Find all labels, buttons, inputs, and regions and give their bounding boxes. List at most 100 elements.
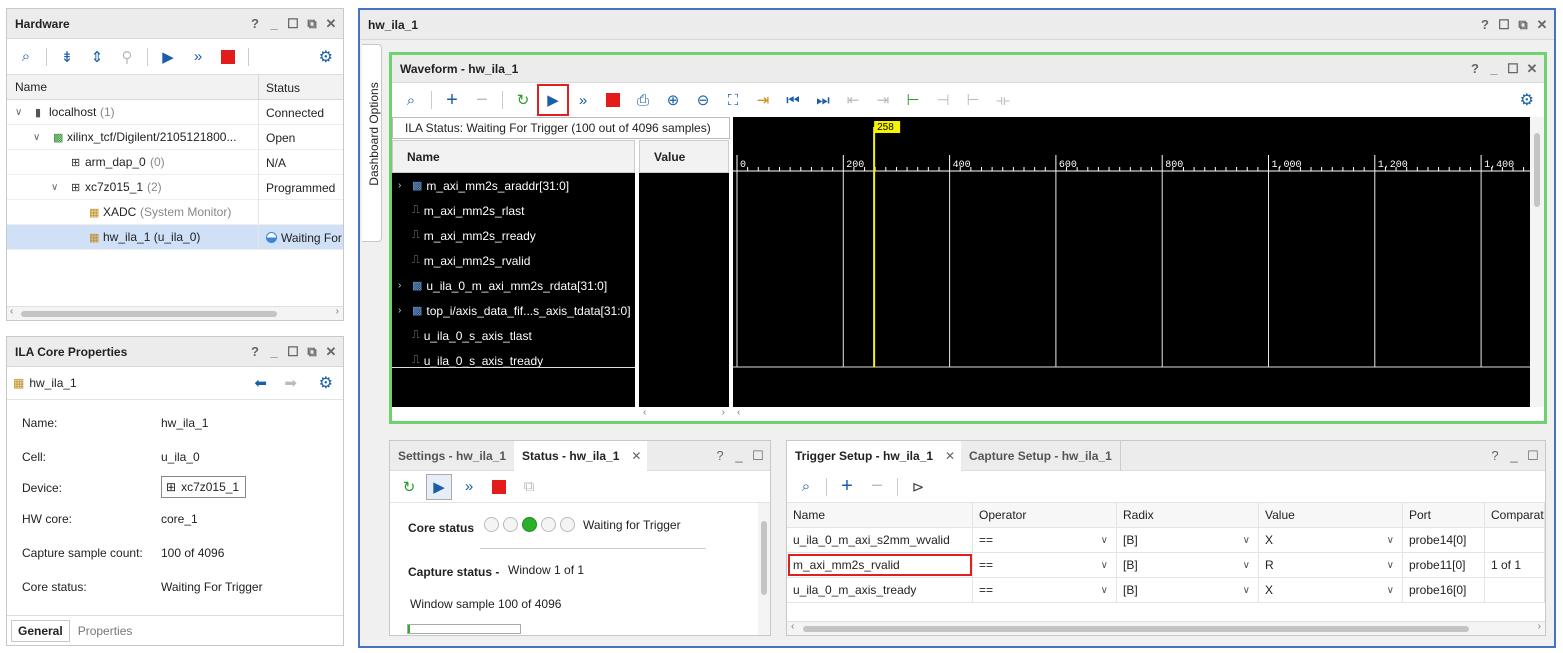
name-scrollbar[interactable] [392,407,635,421]
minimize-icon[interactable]: _ [1508,448,1520,463]
chevron-down-icon[interactable]: ∨ [1101,585,1108,596]
restore-icon[interactable]: ☐ [1498,17,1510,33]
zoom-out-icon[interactable]: ⊖ [690,87,716,113]
hardware-tree-row[interactable]: ▦ XADC (System Monitor) [7,200,343,225]
previous-marker-icon[interactable]: ⊣ [930,87,956,113]
waveform-horizontal-scrollbar[interactable]: ‹ [733,407,1530,421]
property-value[interactable]: ⊞ xc7z015_1 [161,476,247,498]
maximize-icon[interactable]: ☐ [1507,61,1519,77]
close-icon[interactable]: ✕ [1526,61,1538,77]
value-select[interactable]: X ∨ [1259,528,1403,552]
add-probe-icon[interactable]: + [834,474,860,500]
chevron-down-icon[interactable]: ∨ [51,182,63,193]
goto-first-icon[interactable]: ⏮ [780,87,806,113]
add-marker-icon[interactable]: ⊢ [900,87,926,113]
chevron-down-icon[interactable]: ∨ [1387,560,1394,571]
hardware-tree-row[interactable]: ⊞ arm_dap_0 (0) N/A [7,150,343,175]
auto-retrigger-icon[interactable]: ↻ [396,474,422,500]
gear-icon[interactable]: ⚙ [1520,90,1534,110]
trigger-horizontal-scrollbar[interactable]: ‹ › [787,621,1545,635]
trigger-table-row[interactable]: u_ila_0_m_axi_s2mm_wvalid == ∨ [B] ∨ X ∨ probe1… [787,528,1545,553]
waveform-vertical-scrollbar[interactable] [1530,117,1544,407]
next-marker-icon[interactable]: ⊢ [960,87,986,113]
status-scrollbar[interactable] [758,503,770,635]
search-icon[interactable]: ⌕ [13,44,39,70]
float-icon[interactable]: ⧉ [306,344,318,360]
waveform-signal-row[interactable]: ⎍ m_axi_mm2s_rlast [392,198,635,223]
horizontal-scrollbar[interactable]: ‹ › [7,306,343,320]
value-scrollbar[interactable]: ‹ › [639,407,729,421]
goto-cursor-icon[interactable]: ⇥ [750,87,776,113]
waveform-signal-row[interactable]: › ▩ top_i/axis_data_fif...s_axis_tdata[31:… [392,298,635,323]
stop-trigger-icon[interactable] [600,87,626,113]
float-icon[interactable]: ⧉ [306,16,318,32]
dashboard-options-tab[interactable]: Dashboard Options [362,44,382,242]
goto-last-icon[interactable]: ⏭ [810,87,836,113]
add-icon[interactable]: + [439,87,465,113]
collapse-all-icon[interactable]: ⇟ [54,44,80,70]
auto-connect-icon[interactable]: ⚲ [114,44,140,70]
run-immediate-icon[interactable]: » [185,44,211,70]
scrollbar-thumb[interactable] [803,626,1469,632]
run-trigger-icon[interactable]: ▶ [426,473,452,500]
hardware-tree-row[interactable]: ▦ hw_ila_1 (u_ila_0) Waiting For [7,225,343,250]
help-icon[interactable]: ? [1479,17,1491,32]
operator-select[interactable]: == ∨ [973,528,1117,552]
waveform-name-header[interactable]: Name [392,140,635,173]
stop-trigger-icon[interactable] [215,44,241,70]
chevron-down-icon[interactable]: ∨ [15,107,27,118]
tab-capture-setup[interactable]: Capture Setup - hw_ila_1 [961,441,1121,471]
radix-select[interactable]: [B] ∨ [1117,553,1259,577]
minimize-icon[interactable]: _ [268,16,280,31]
run-trigger-icon[interactable]: ▶ [155,44,181,70]
search-icon[interactable]: ⌕ [398,87,424,113]
chevron-down-icon[interactable]: ∨ [1243,560,1250,571]
trigger-column-header[interactable]: Comparat [1485,503,1545,527]
run-trigger-icon[interactable]: ▶ [537,84,569,116]
close-icon[interactable]: ✕ [631,449,641,463]
tab-general[interactable]: General [11,619,70,642]
next-transition-icon[interactable]: ⇥ [870,87,896,113]
tab-status[interactable]: Status - hw_ila_1 ✕ [514,441,648,471]
scrollbar-thumb[interactable] [761,521,767,595]
trigger-column-header[interactable]: Port [1403,503,1485,527]
float-icon[interactable]: ⧉ [1517,17,1529,33]
forward-arrow-icon[interactable]: ➡ [284,374,297,392]
trigger-table-row[interactable]: m_axi_mm2s_rvalid == ∨ [B] ∨ R ∨ probe11[0] 1 of… [787,553,1545,578]
help-icon[interactable]: ? [249,16,261,31]
run-immediate-icon[interactable]: » [456,474,482,500]
minimize-icon[interactable]: _ [268,344,280,359]
chevron-right-icon[interactable]: › [398,280,412,291]
maximize-icon[interactable]: ☐ [1527,448,1539,464]
maximize-icon[interactable]: ☐ [287,344,299,360]
chevron-down-icon[interactable]: ∨ [1243,535,1250,546]
trigger-column-header[interactable]: Name [787,503,973,527]
value-select[interactable]: R ∨ [1259,553,1403,577]
radix-select[interactable]: [B] ∨ [1117,578,1259,602]
operator-select[interactable]: == ∨ [973,553,1117,577]
waveform-canvas[interactable]: 0 200 400 600 800 1,000 1,200 1,400 258 [733,117,1530,407]
trigger-column-header[interactable]: Radix [1117,503,1259,527]
trigger-column-header[interactable]: Operator [973,503,1117,527]
minimize-icon[interactable]: _ [733,448,745,463]
expand-all-icon[interactable]: ⇕ [84,44,110,70]
back-arrow-icon[interactable]: ⬅ [254,374,267,392]
trigger-table-row[interactable]: u_ila_0_m_axis_tready == ∨ [B] ∨ X ∨ probe16[0] [787,578,1545,603]
chevron-right-icon[interactable]: › [398,305,412,316]
close-icon[interactable]: ✕ [945,449,955,463]
scrollbar-thumb[interactable] [1534,133,1540,207]
chevron-down-icon[interactable]: ∨ [1101,535,1108,546]
radix-select[interactable]: [B] ∨ [1117,528,1259,552]
waveform-value-header[interactable]: Value [639,140,729,173]
help-icon[interactable]: ? [714,448,726,463]
operator-select[interactable]: == ∨ [973,578,1117,602]
waveform-signal-row[interactable]: ⎍ u_ila_0_s_axis_tlast [392,323,635,348]
hardware-tree-row[interactable]: ∨ ▮ localhost (1) Connected [7,100,343,125]
waveform-signal-row[interactable]: ⎍ m_axi_mm2s_rvalid [392,248,635,273]
help-icon[interactable]: ? [1489,448,1501,463]
waveform-signal-row[interactable]: ⎍ u_ila_0_s_axis_tready [392,348,635,373]
stop-trigger-icon[interactable] [486,474,512,500]
search-icon[interactable]: ⌕ [793,474,819,500]
chevron-down-icon[interactable]: ∨ [1243,585,1250,596]
close-icon[interactable]: ✕ [325,344,337,360]
